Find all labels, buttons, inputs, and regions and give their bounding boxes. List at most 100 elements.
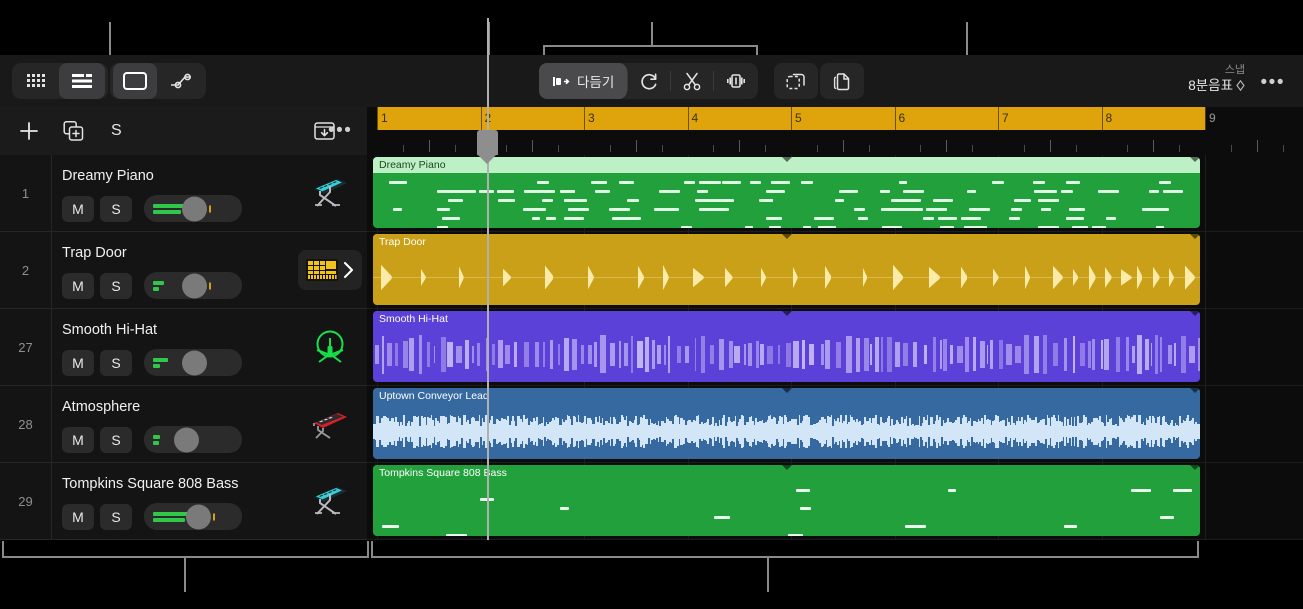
midi-note bbox=[969, 208, 991, 211]
sub-tick bbox=[635, 140, 637, 152]
track-controls: M S bbox=[62, 272, 242, 299]
solo-button[interactable]: S bbox=[100, 503, 132, 530]
waveform-bar bbox=[940, 340, 942, 369]
waveform-bar bbox=[729, 341, 733, 368]
region-clip[interactable]: Trap Door bbox=[373, 234, 1200, 305]
waveform-bar bbox=[874, 337, 880, 372]
solo-button[interactable]: S bbox=[100, 426, 132, 453]
volume-slider[interactable] bbox=[144, 272, 242, 299]
solo-button[interactable]: S bbox=[100, 349, 132, 376]
region-clip[interactable]: Dreamy Piano bbox=[373, 157, 1200, 228]
midi-note bbox=[1163, 190, 1183, 193]
track-lane[interactable]: Dreamy Piano bbox=[367, 155, 1303, 232]
volume-slider[interactable] bbox=[144, 195, 242, 222]
waveform-bar bbox=[543, 342, 546, 367]
track-instrument-button[interactable] bbox=[305, 325, 355, 369]
solo-button[interactable]: S bbox=[100, 195, 132, 222]
timeline-ruler[interactable]: 123456789 bbox=[367, 107, 1303, 155]
annotation-line-top-right bbox=[966, 22, 968, 58]
solo-button[interactable]: S bbox=[100, 272, 132, 299]
midi-note bbox=[768, 226, 781, 228]
waveform-bar bbox=[863, 337, 869, 372]
loop-browser-button[interactable] bbox=[113, 63, 157, 99]
volume-slider[interactable] bbox=[144, 503, 242, 530]
scissors-button[interactable] bbox=[671, 63, 713, 99]
toolbar-more-button[interactable]: ••• bbox=[1261, 73, 1285, 92]
playhead-handle[interactable] bbox=[477, 130, 498, 164]
waveform-bar bbox=[587, 344, 592, 365]
track-instrument-button[interactable] bbox=[305, 479, 355, 523]
region-clip[interactable]: Smooth Hi-Hat bbox=[373, 311, 1200, 382]
duplicate-track-button[interactable] bbox=[63, 120, 84, 142]
midi-note bbox=[381, 525, 400, 528]
waveform-bar bbox=[464, 340, 470, 369]
midi-note-area bbox=[373, 481, 1200, 536]
split-region-button[interactable] bbox=[714, 63, 758, 99]
region-clip[interactable]: Uptown Conveyor Lead bbox=[373, 388, 1200, 459]
waveform-bar bbox=[855, 337, 860, 372]
sub-tick bbox=[1153, 140, 1155, 152]
snap-control[interactable]: 스냅 8분음표 bbox=[1188, 64, 1245, 94]
waveform-bar bbox=[1042, 335, 1048, 374]
mute-button[interactable]: M bbox=[62, 503, 94, 530]
track-instrument-button[interactable] bbox=[305, 402, 355, 446]
sub-tick bbox=[532, 140, 534, 152]
midi-note bbox=[712, 199, 734, 202]
waveform-bar bbox=[1005, 343, 1012, 366]
track-lane[interactable]: Smooth Hi-Hat bbox=[367, 309, 1303, 386]
automation-button[interactable] bbox=[159, 63, 203, 99]
trim-tool-button[interactable]: 다듬기 bbox=[539, 63, 628, 99]
volume-slider[interactable] bbox=[144, 426, 242, 453]
clip-end-notch bbox=[1190, 311, 1200, 316]
waveform-bar bbox=[979, 340, 986, 369]
bar-number-label: 6 bbox=[898, 111, 906, 125]
track-instrument-button[interactable] bbox=[305, 171, 355, 215]
duplicate-button[interactable] bbox=[820, 63, 864, 99]
tracks-list-button[interactable] bbox=[59, 63, 105, 99]
midi-note bbox=[834, 199, 844, 202]
track-row[interactable]: 28 Atmosphere M S bbox=[0, 386, 367, 463]
mute-button[interactable]: M bbox=[62, 349, 94, 376]
track-header-more-button[interactable]: ••• bbox=[328, 120, 352, 142]
midi-note bbox=[766, 190, 785, 193]
annotation-bracket-top-center bbox=[543, 45, 758, 47]
audio-waveform bbox=[373, 250, 1200, 305]
sub-tick bbox=[428, 140, 430, 152]
add-track-button[interactable] bbox=[18, 120, 40, 142]
mute-button[interactable]: M bbox=[62, 272, 94, 299]
waveform-bar bbox=[785, 342, 792, 367]
select-region-button[interactable] bbox=[774, 63, 818, 99]
loop-icon bbox=[641, 73, 657, 90]
library-grid-button[interactable] bbox=[15, 63, 57, 99]
annotation-line-top-left bbox=[109, 22, 111, 58]
track-instrument-button[interactable] bbox=[298, 248, 362, 292]
mute-button[interactable]: M bbox=[62, 426, 94, 453]
waveform-bar bbox=[777, 345, 781, 364]
region-clip[interactable]: Tompkins Square 808 Bass bbox=[373, 465, 1200, 536]
waveform-bar bbox=[1159, 337, 1162, 372]
midi-note bbox=[532, 217, 541, 220]
waveform-bar bbox=[409, 338, 415, 371]
volume-slider[interactable] bbox=[144, 349, 242, 376]
waveform-bar bbox=[558, 344, 561, 365]
track-row[interactable]: 1 Dreamy Piano M S bbox=[0, 155, 367, 232]
track-row[interactable]: 2 Trap Door M S bbox=[0, 232, 367, 309]
track-name: Trap Door bbox=[62, 245, 127, 261]
midi-note bbox=[541, 199, 553, 202]
loop-button[interactable] bbox=[628, 63, 670, 99]
mute-button[interactable]: M bbox=[62, 195, 94, 222]
midi-note-area bbox=[373, 173, 1200, 228]
midi-note bbox=[448, 199, 463, 202]
solo-all-button[interactable]: S bbox=[111, 122, 122, 140]
instrument-box[interactable] bbox=[298, 250, 362, 290]
track-lane[interactable]: Trap Door bbox=[367, 232, 1303, 309]
track-row[interactable]: 29 Tompkins Square 808 Bass M S bbox=[0, 463, 367, 540]
track-lane[interactable]: Uptown Conveyor Lead bbox=[367, 386, 1303, 463]
arrange-area[interactable]: Dreamy Piano Trap Door Smooth Hi-Hat Upt… bbox=[367, 155, 1303, 540]
track-lane[interactable]: Tompkins Square 808 Bass bbox=[367, 463, 1303, 540]
midi-note bbox=[765, 217, 783, 220]
track-row[interactable]: 27 Smooth Hi-Hat M S bbox=[0, 309, 367, 386]
midi-note bbox=[773, 181, 785, 184]
snap-value-row[interactable]: 8분음표 bbox=[1188, 77, 1245, 94]
track-controls: M S bbox=[62, 503, 242, 530]
